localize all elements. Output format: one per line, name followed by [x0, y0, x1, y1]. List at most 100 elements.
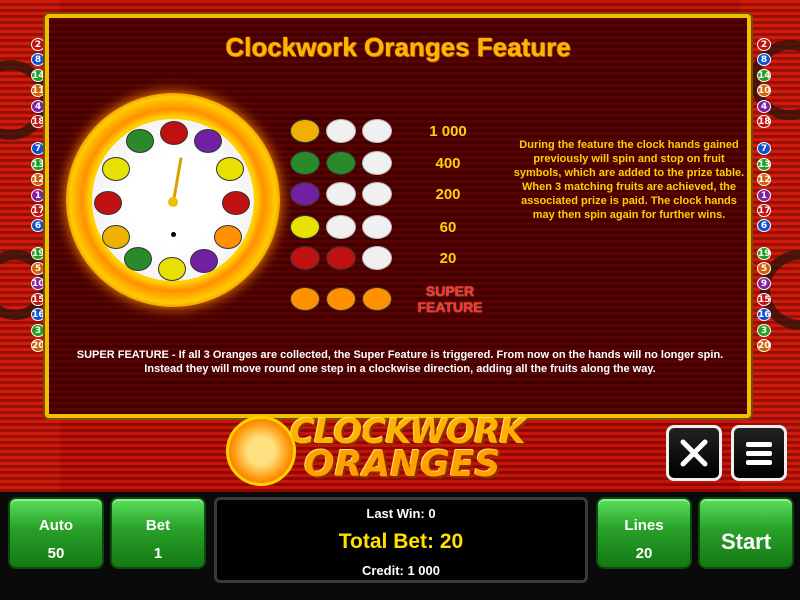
menu-button[interactable]	[731, 425, 787, 481]
plum-icon	[194, 129, 222, 153]
empty-slot-icon	[362, 182, 392, 206]
line-number-badge: 20	[757, 339, 771, 353]
paytable-value: 20	[439, 250, 457, 267]
clock-dial	[66, 93, 280, 307]
line-number-badge: 7	[757, 142, 771, 156]
line-numbers-left: 2 8 14 11 4 18 7 13 12 1 17 6 19 5 10 15 16 3 20	[31, 38, 45, 354]
line-number-badge: 19	[31, 246, 45, 260]
orange-icon	[326, 287, 356, 311]
line-number-badge: 10	[757, 84, 771, 98]
line-number-badge: 3	[31, 323, 45, 337]
line-number-badge: 8	[757, 53, 771, 67]
bet-label: Bet	[145, 517, 171, 534]
line-number-badge: 7	[31, 142, 45, 156]
line-number-badge: 4	[31, 99, 45, 113]
auto-value: 50	[47, 545, 65, 562]
line-number-badge: 11	[31, 84, 45, 98]
plum-icon	[190, 249, 218, 273]
gold-orange-icon	[290, 119, 320, 143]
line-number-badge: 15	[757, 292, 771, 306]
line-number-badge: 16	[31, 308, 45, 322]
game-logo: CLOCKWORK ORANGES	[222, 412, 592, 486]
line-number-badge: 5	[31, 262, 45, 276]
empty-slot-icon	[326, 182, 356, 206]
empty-slot-icon	[326, 215, 356, 239]
credit: Credit: 1 000	[361, 563, 441, 578]
line-number-badge: 2	[757, 38, 771, 51]
empty-slot-icon	[362, 119, 392, 143]
line-number-badge: 18	[757, 114, 771, 128]
orange-icon	[214, 225, 242, 249]
lemon-icon	[158, 257, 186, 281]
line-number-badge: 13	[31, 157, 45, 171]
cherry-icon	[94, 191, 122, 215]
close-button[interactable]	[666, 425, 722, 481]
paytable-value: 200	[435, 186, 461, 203]
line-number-badge: 12	[757, 173, 771, 187]
bet-value: 1	[153, 545, 163, 562]
cherry-icon	[222, 191, 250, 215]
super-feature-description: SUPER FEATURE - If all 3 Oranges are col…	[76, 349, 724, 375]
cherry-icon	[160, 121, 188, 145]
watermelon-icon	[326, 151, 356, 175]
auto-button[interactable]: Auto 50	[8, 497, 104, 569]
line-number-badge: 5	[757, 262, 771, 276]
paytable-value: 1 000	[429, 123, 467, 140]
clock-face	[92, 119, 254, 281]
clock-hub	[168, 197, 178, 207]
line-number-badge: 13	[757, 157, 771, 171]
line-number-badge: 1	[757, 188, 771, 202]
auto-label: Auto	[38, 517, 74, 534]
empty-slot-icon	[362, 151, 392, 175]
logo-line2: ORANGES	[304, 444, 501, 485]
lemon-icon	[102, 157, 130, 181]
lines-value: 20	[635, 545, 653, 562]
close-icon	[680, 439, 708, 467]
total-bet: Total Bet: 20	[338, 530, 464, 553]
watermelon-icon	[126, 129, 154, 153]
line-number-badge: 12	[31, 173, 45, 187]
line-number-badge: 1	[31, 188, 45, 202]
line-number-badge: 14	[757, 68, 771, 82]
line-number-badge: 15	[31, 292, 45, 306]
start-label: Start	[720, 529, 772, 554]
line-number-badge: 10	[31, 277, 45, 291]
cherry-icon	[290, 246, 320, 270]
paytable-value: 400	[435, 155, 461, 172]
empty-slot-icon	[362, 246, 392, 270]
lines-button[interactable]: Lines 20	[596, 497, 692, 569]
empty-slot-icon	[362, 215, 392, 239]
bet-info-display: Last Win: 0 Total Bet: 20 Credit: 1 000	[214, 497, 588, 583]
empty-slot-icon	[326, 119, 356, 143]
orange-icon	[290, 287, 320, 311]
clock-hand	[172, 157, 183, 202]
line-number-badge: 16	[757, 308, 771, 322]
line-number-badge: 4	[757, 99, 771, 113]
line-number-badge: 9	[757, 277, 771, 291]
menu-icon	[746, 442, 772, 465]
line-number-badge: 6	[31, 219, 45, 233]
super-feature-label: SUPER FEATURE	[417, 283, 483, 315]
line-number-badge: 20	[31, 339, 45, 353]
line-number-badge: 2	[31, 38, 45, 51]
plum-icon	[290, 182, 320, 206]
line-number-badge: 8	[31, 53, 45, 67]
lines-label: Lines	[624, 517, 664, 534]
paytable-value: 60	[439, 219, 457, 236]
line-numbers-right: 2 8 14 10 4 18 7 13 12 1 17 6 19 5 9 15 16 3 20	[757, 38, 771, 354]
line-number-badge: 17	[31, 203, 45, 217]
line-number-badge: 19	[757, 246, 771, 260]
line-number-badge: 6	[757, 219, 771, 233]
lemon-icon	[290, 215, 320, 239]
orange-icon	[362, 287, 392, 311]
bet-button[interactable]: Bet 1	[110, 497, 206, 569]
clock-center-dot	[171, 232, 176, 237]
line-number-badge: 17	[757, 203, 771, 217]
line-number-badge: 18	[31, 114, 45, 128]
page-title: Clockwork Oranges Feature	[225, 32, 571, 62]
logo-clock-icon	[226, 416, 296, 486]
start-button[interactable]: Start	[698, 497, 794, 569]
cherry-icon	[326, 246, 356, 270]
watermelon-icon	[124, 247, 152, 271]
line-number-badge: 14	[31, 68, 45, 82]
